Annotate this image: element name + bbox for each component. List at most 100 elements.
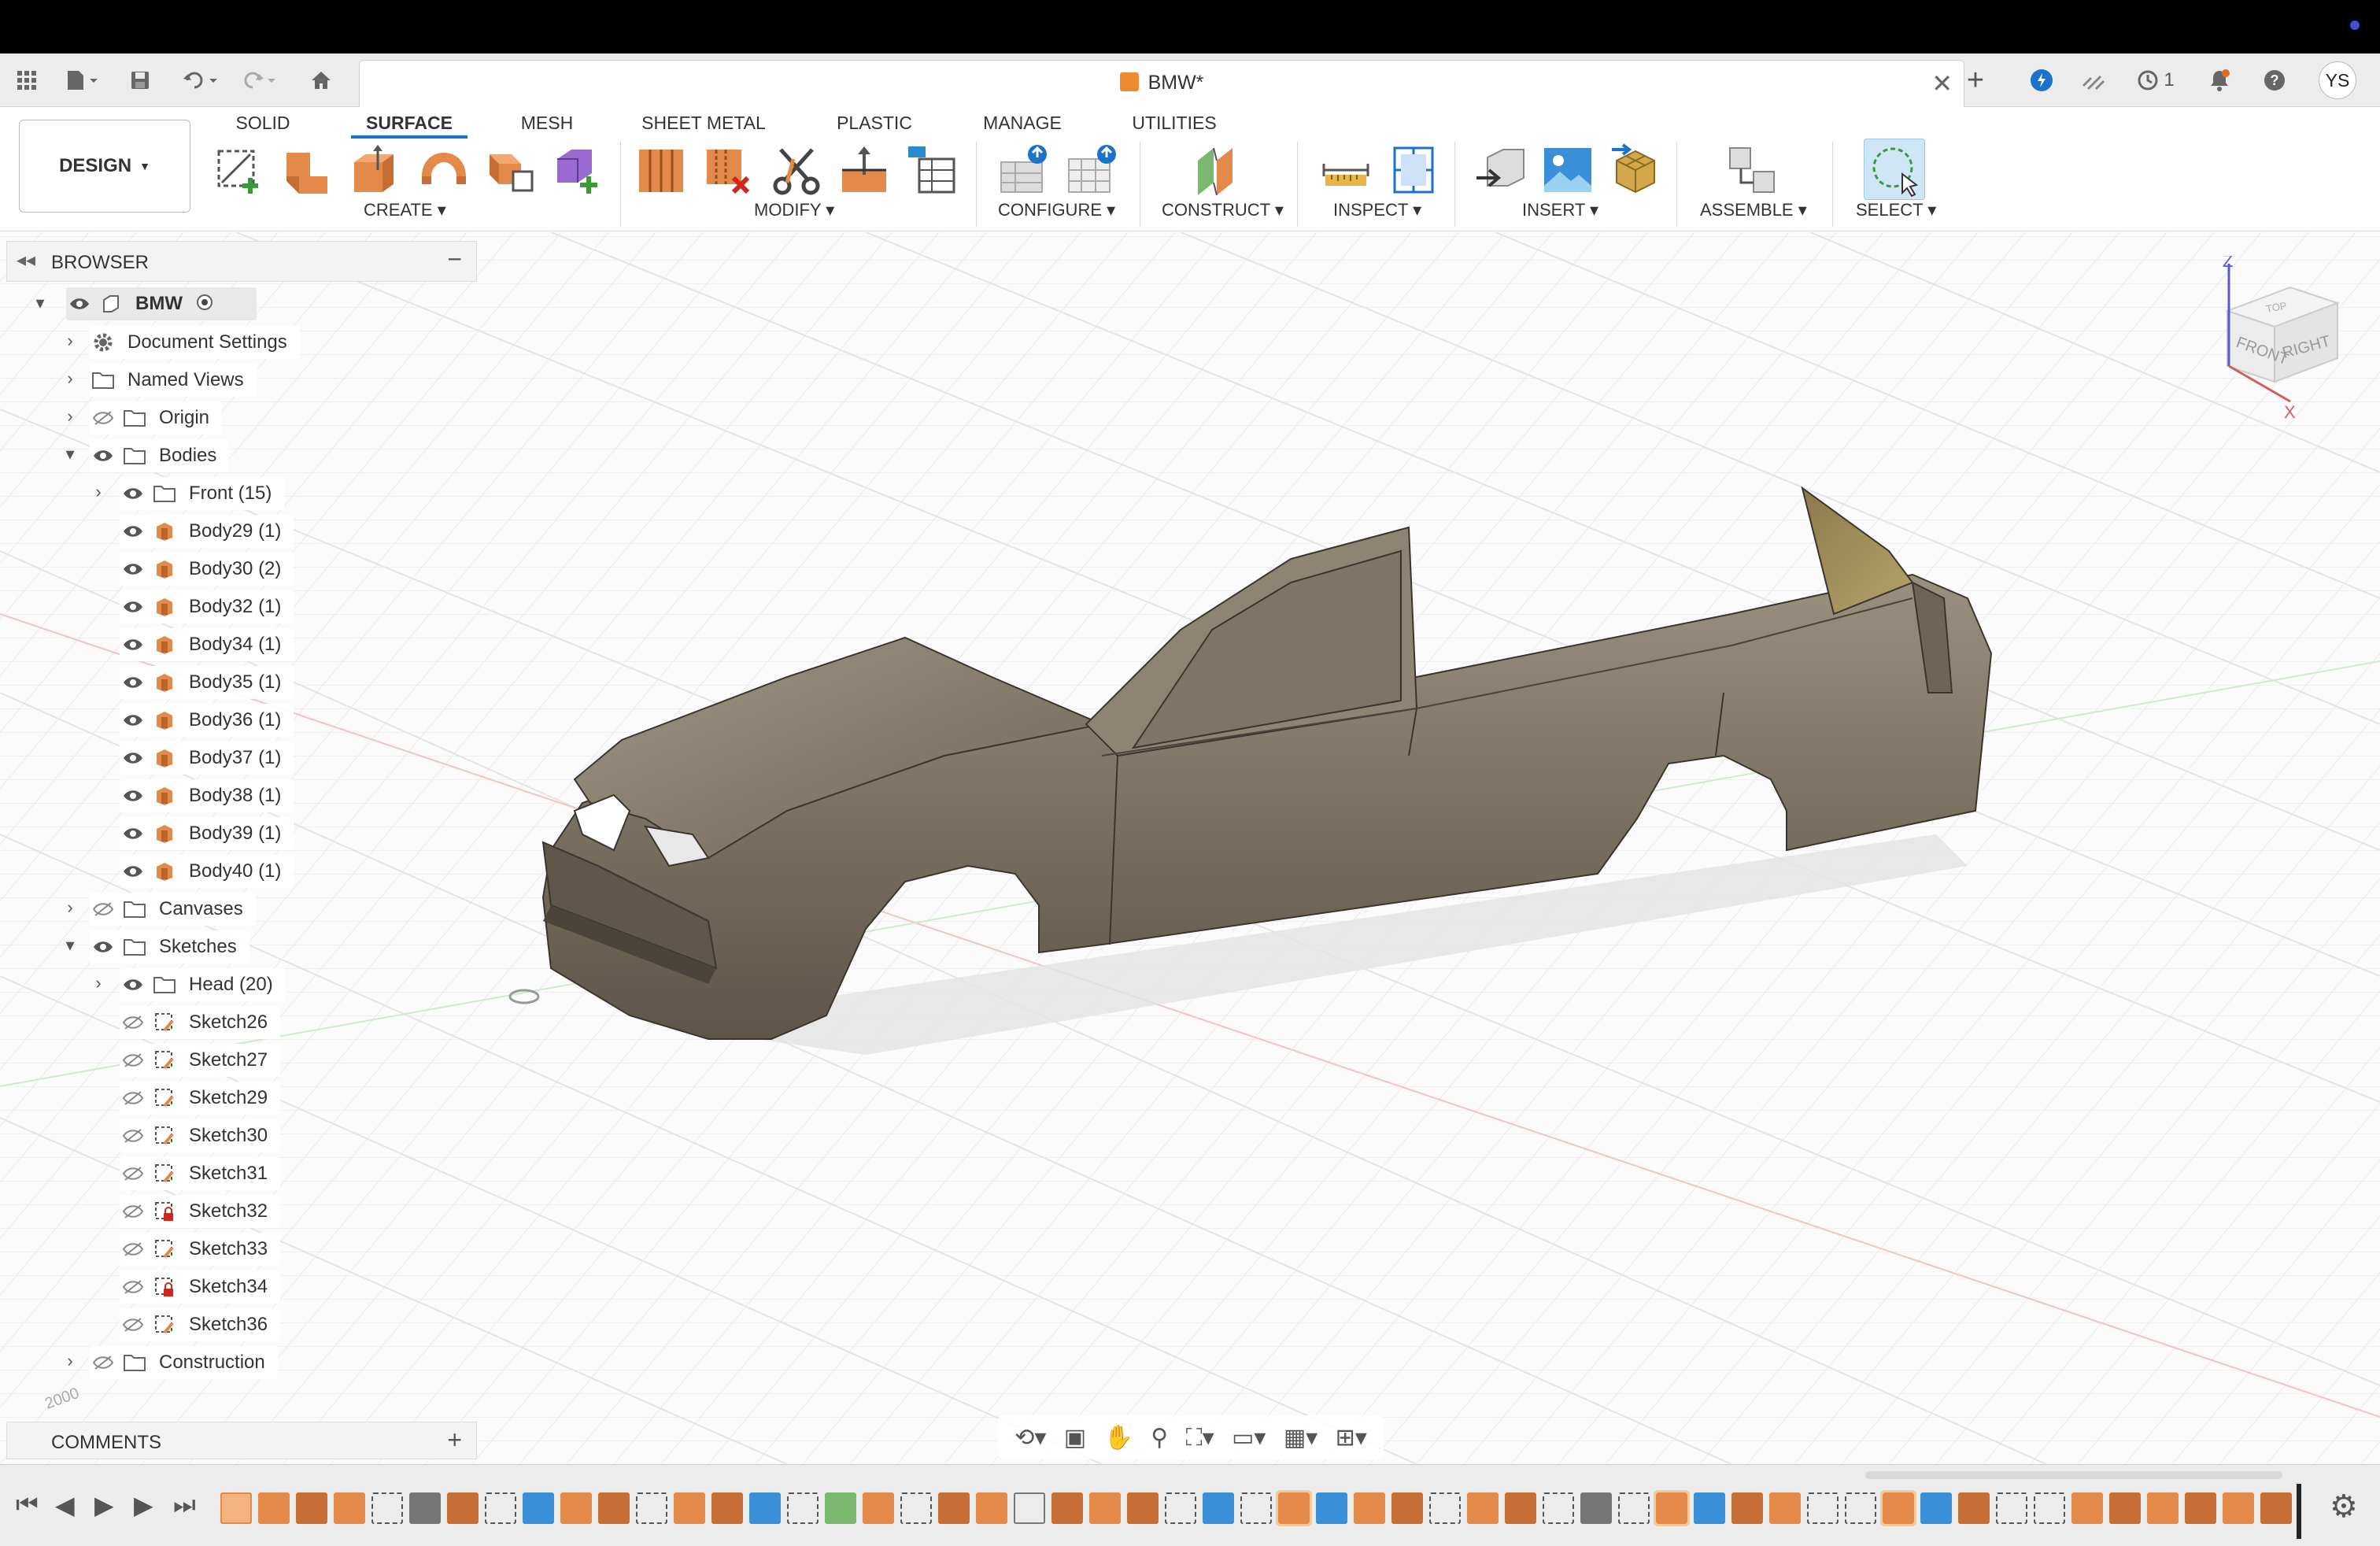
tree-body-item[interactable]: Body38 (1) bbox=[120, 779, 294, 812]
collapse-browser-icon[interactable]: ◂◂ bbox=[17, 249, 35, 272]
browser-panel-header[interactable]: ◂◂ BROWSER − bbox=[6, 241, 477, 282]
timeline-surface-feature-icon[interactable] bbox=[1354, 1492, 1385, 1524]
tree-sketch-item[interactable]: Sketch30 bbox=[120, 1119, 281, 1152]
tree-body-item[interactable]: Body36 (1) bbox=[120, 704, 294, 737]
timeline-trim-icon[interactable] bbox=[409, 1492, 441, 1524]
group-modify-label[interactable]: MODIFY ▾ bbox=[754, 200, 834, 220]
tree-sketch-item[interactable]: Sketch33 bbox=[120, 1233, 281, 1266]
create-form-icon[interactable] bbox=[551, 143, 604, 197]
eye-hidden-icon[interactable] bbox=[120, 1123, 146, 1149]
timeline-sketch-icon[interactable] bbox=[1845, 1492, 1876, 1524]
expand-caret-icon[interactable]: ▾ bbox=[58, 935, 82, 956]
group-insert-label[interactable]: INSERT ▾ bbox=[1522, 200, 1598, 220]
timeline-scrollbar[interactable] bbox=[1865, 1471, 2282, 1479]
insert-mesh-icon[interactable] bbox=[1609, 143, 1662, 197]
tab-manage[interactable]: MANAGE bbox=[976, 107, 1069, 139]
expand-caret-icon[interactable]: › bbox=[58, 1351, 82, 1371]
view-cube[interactable]: TOP FRONT RIGHT Z X bbox=[2212, 251, 2369, 429]
eye-icon[interactable] bbox=[120, 858, 146, 885]
offset-plane-icon[interactable] bbox=[1193, 143, 1247, 197]
expand-caret-icon[interactable]: ▾ bbox=[28, 293, 52, 313]
redo-icon[interactable] bbox=[236, 65, 283, 96]
pan-hand-icon[interactable]: ✋ bbox=[1104, 1424, 1133, 1452]
job-status[interactable]: 1 bbox=[2130, 65, 2182, 96]
save-icon[interactable] bbox=[126, 65, 154, 96]
home-icon[interactable] bbox=[305, 65, 337, 96]
extrude-icon[interactable] bbox=[282, 143, 335, 197]
eye-hidden-icon[interactable] bbox=[120, 1085, 146, 1111]
display-settings-icon[interactable]: ▭▾ bbox=[1232, 1424, 1266, 1452]
timeline-surface-feature-icon[interactable] bbox=[2109, 1492, 2141, 1524]
expand-caret-icon[interactable]: › bbox=[58, 368, 82, 389]
timeline-settings-gear-icon[interactable]: ⚙ bbox=[2330, 1489, 2358, 1525]
configure-table-icon[interactable] bbox=[996, 143, 1050, 197]
eye-icon[interactable] bbox=[120, 707, 146, 734]
workspace-switcher[interactable]: DESIGN ▼ bbox=[19, 120, 190, 213]
group-construct-label[interactable]: CONSTRUCT ▾ bbox=[1162, 200, 1284, 220]
timeline-canvas-icon[interactable] bbox=[1920, 1492, 1952, 1524]
timeline-surface-feature-icon[interactable] bbox=[976, 1492, 1007, 1524]
notifications-bell-icon[interactable] bbox=[2204, 65, 2235, 96]
timeline-sketch-icon[interactable] bbox=[1240, 1492, 1272, 1524]
tree-sketch-item[interactable]: Sketch26 bbox=[120, 1006, 281, 1039]
delete-face-icon[interactable] bbox=[702, 143, 756, 197]
tree-sketch-item[interactable]: Sketch32 bbox=[120, 1195, 281, 1228]
expand-caret-icon[interactable]: › bbox=[87, 973, 110, 993]
extensions-icon[interactable] bbox=[2026, 65, 2057, 96]
timeline-sketch-icon[interactable] bbox=[2034, 1492, 2065, 1524]
timeline-surface-feature-icon[interactable] bbox=[447, 1492, 479, 1524]
timeline-surface-feature-icon[interactable] bbox=[2185, 1492, 2216, 1524]
eye-icon[interactable] bbox=[120, 518, 146, 545]
timeline-sketch-icon[interactable] bbox=[485, 1492, 516, 1524]
timeline-sketch-icon[interactable] bbox=[1543, 1492, 1574, 1524]
tree-body-item[interactable]: Body37 (1) bbox=[120, 742, 294, 775]
timeline-sketch-icon[interactable] bbox=[1807, 1492, 1839, 1524]
go-to-start-icon[interactable]: ⏮ bbox=[16, 1490, 39, 1520]
comments-panel[interactable]: COMMENTS + bbox=[6, 1422, 477, 1459]
insert-canvas-icon[interactable] bbox=[1541, 143, 1595, 197]
measure-icon[interactable] bbox=[1319, 143, 1373, 197]
timeline-marker[interactable] bbox=[2297, 1484, 2301, 1539]
trim-scissors-icon[interactable] bbox=[770, 143, 823, 197]
minimize-icon[interactable]: − bbox=[447, 245, 462, 274]
tree-named-views[interactable]: Named Views bbox=[90, 364, 257, 397]
timeline-surface-feature-icon[interactable] bbox=[1880, 1490, 1916, 1526]
help-icon[interactable]: ? bbox=[2259, 65, 2290, 96]
tab-utilities[interactable]: UTILITIES bbox=[1122, 107, 1226, 139]
tree-sketch-item[interactable]: Sketch34 bbox=[120, 1270, 281, 1304]
tree-front-folder[interactable]: Front (15) bbox=[120, 477, 285, 510]
grid-settings-icon[interactable]: ▦▾ bbox=[1284, 1424, 1318, 1452]
section-analysis-icon[interactable] bbox=[1387, 143, 1440, 197]
tree-body-item[interactable]: Body35 (1) bbox=[120, 666, 294, 699]
timeline-surface-feature-icon[interactable] bbox=[2147, 1492, 2179, 1524]
timeline-plane-icon[interactable] bbox=[825, 1492, 856, 1524]
timeline-feature-icon[interactable] bbox=[1014, 1492, 1045, 1524]
eye-icon[interactable] bbox=[120, 971, 146, 998]
timeline-surface-feature-icon[interactable] bbox=[1505, 1492, 1536, 1524]
tree-body-item[interactable]: Body40 (1) bbox=[120, 855, 294, 888]
tree-body-item[interactable]: Body39 (1) bbox=[120, 817, 294, 850]
eye-icon[interactable] bbox=[120, 745, 146, 771]
timeline-surface-feature-icon[interactable] bbox=[2071, 1492, 2103, 1524]
eye-icon[interactable] bbox=[90, 934, 116, 960]
eye-icon[interactable] bbox=[120, 820, 146, 847]
insert-derive-icon[interactable] bbox=[1473, 143, 1527, 197]
timeline-trim-icon[interactable] bbox=[1580, 1492, 1612, 1524]
eye-hidden-icon[interactable] bbox=[90, 405, 116, 431]
play-icon[interactable]: ▶ bbox=[94, 1490, 114, 1520]
timeline-sketch-icon[interactable] bbox=[1996, 1492, 2027, 1524]
tree-canvases[interactable]: Canvases bbox=[90, 893, 256, 926]
offset-face-icon[interactable] bbox=[837, 143, 891, 197]
timeline-surface-feature-icon[interactable] bbox=[598, 1492, 630, 1524]
eye-hidden-icon[interactable] bbox=[120, 1160, 146, 1187]
data-panel-icon[interactable] bbox=[2078, 65, 2109, 96]
tree-bodies[interactable]: Bodies bbox=[90, 439, 230, 472]
timeline-surface-feature-icon[interactable] bbox=[258, 1492, 290, 1524]
3d-viewport[interactable]: 2000 TOP FRONT RIGHT Z X bbox=[0, 232, 2380, 1464]
eye-icon[interactable] bbox=[66, 290, 93, 317]
eye-icon[interactable] bbox=[90, 442, 116, 469]
sweep-icon[interactable] bbox=[483, 143, 537, 197]
tree-document-settings[interactable]: Document Settings bbox=[90, 326, 300, 359]
timeline-sketch-icon[interactable] bbox=[636, 1492, 667, 1524]
tab-solid[interactable]: SOLID bbox=[224, 107, 302, 139]
